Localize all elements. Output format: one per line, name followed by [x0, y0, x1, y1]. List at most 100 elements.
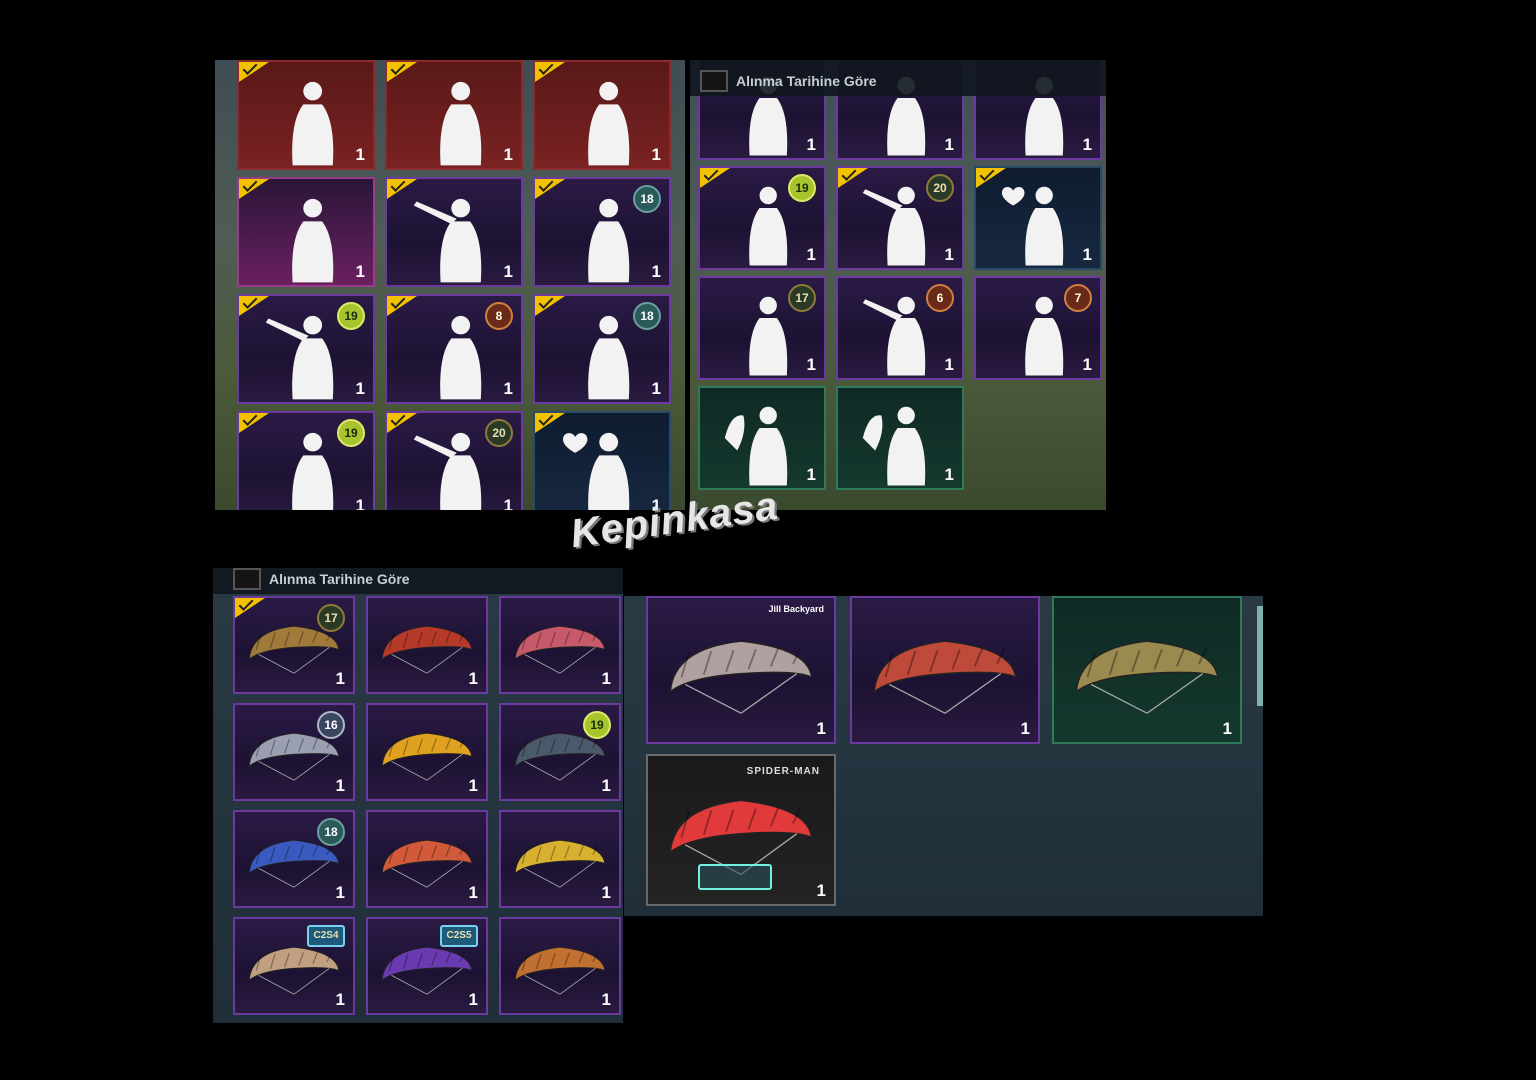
- level-badge: 18: [633, 185, 661, 213]
- parachute-item[interactable]: C2S5 1: [366, 917, 488, 1015]
- item-count: 1: [944, 135, 954, 154]
- item-count: 1: [601, 776, 611, 795]
- emote-item[interactable]: 1: [974, 166, 1102, 270]
- item-count: 1: [1020, 719, 1030, 738]
- item-count: 1: [468, 669, 478, 688]
- owned-check-icon: [387, 296, 417, 316]
- level-badge: 8: [485, 302, 513, 330]
- owned-check-icon: [239, 413, 269, 433]
- level-badge: 18: [633, 302, 661, 330]
- sort-toggle[interactable]: Alınma Tarihine Göre: [700, 70, 877, 92]
- sort-label: Alınma Tarihine Göre: [736, 73, 877, 89]
- item-count: 1: [601, 669, 611, 688]
- item-count: 1: [651, 145, 661, 164]
- parachute-icon: [873, 640, 1017, 714]
- clap-emote-icon: [862, 406, 926, 486]
- parachute-item[interactable]: 19 1: [499, 703, 621, 801]
- emote-item[interactable]: 19 1: [237, 411, 375, 510]
- emote-item[interactable]: 1: [533, 60, 671, 170]
- parachute-item[interactable]: 17 1: [233, 596, 355, 694]
- emote-item[interactable]: 1: [237, 177, 375, 287]
- hello-emote-icon: [724, 406, 788, 486]
- emote-item[interactable]: 19 1: [698, 166, 826, 270]
- parachute-item[interactable]: 16 1: [233, 703, 355, 801]
- ticket-icon: [698, 864, 772, 890]
- owned-check-icon: [535, 413, 565, 433]
- item-count: 1: [1082, 135, 1092, 154]
- owned-check-icon: [239, 179, 269, 199]
- parachute-item[interactable]: 18 1: [233, 810, 355, 908]
- parachute-panel-right: 1 Jill Backyard 1 1 1 SPIDER-MAN: [624, 596, 1263, 916]
- item-count: 1: [1082, 245, 1092, 264]
- item-count: 1: [503, 262, 513, 281]
- emote-item[interactable]: 17 1: [698, 276, 826, 380]
- parachute-item[interactable]: 1: [366, 596, 488, 694]
- level-badge: 6: [926, 284, 954, 312]
- item-count: 1: [944, 245, 954, 264]
- parachute-item[interactable]: 1: [366, 810, 488, 908]
- sort-toggle-2[interactable]: Alınma Tarihine Göre: [233, 568, 410, 590]
- emote-item[interactable]: 1: [385, 60, 523, 170]
- owned-check-icon: [239, 296, 269, 316]
- scrollbar[interactable]: [1257, 606, 1263, 706]
- item-count: 1: [944, 465, 954, 484]
- level-badge: 17: [788, 284, 816, 312]
- level-badge: 7: [1064, 284, 1092, 312]
- owned-check-icon: [239, 62, 269, 82]
- parachute-item[interactable]: 1 SPIDER-MAN: [646, 754, 836, 906]
- item-count: 1: [651, 379, 661, 398]
- parachute-item[interactable]: 1 Jill Backyard: [646, 596, 836, 744]
- item-count: 1: [503, 145, 513, 164]
- emote-item[interactable]: 19 1: [237, 294, 375, 404]
- item-count: 1: [355, 145, 365, 164]
- spiderman-logo: SPIDER-MAN: [746, 766, 820, 777]
- item-count: 1: [335, 883, 345, 902]
- emote-item[interactable]: 1: [385, 177, 523, 287]
- level-badge: 19: [337, 419, 365, 447]
- emote-panel-right: 1 1 1 19 1 20 1 1 17 1 6 1 7 1 1 1 Alınma Tarihine Göre: [690, 60, 1106, 510]
- emote-item[interactable]: 1: [698, 386, 826, 490]
- item-count: 1: [601, 990, 611, 1009]
- item-count: 1: [806, 465, 816, 484]
- level-badge: 20: [485, 419, 513, 447]
- parachute-item[interactable]: 1: [366, 703, 488, 801]
- item-count: 1: [468, 990, 478, 1009]
- owned-check-icon: [387, 179, 417, 199]
- item-count: 1: [355, 496, 365, 510]
- level-badge: 19: [583, 711, 611, 739]
- parachute-item[interactable]: C2S4 1: [233, 917, 355, 1015]
- parachute-item[interactable]: 1: [850, 596, 1040, 744]
- level-badge: 20: [926, 174, 954, 202]
- level-badge: 19: [788, 174, 816, 202]
- owned-check-icon: [700, 168, 730, 188]
- emote-item[interactable]: 61: [836, 276, 964, 380]
- parachute-item[interactable]: 1: [1052, 596, 1242, 744]
- owned-check-icon: [838, 168, 868, 188]
- item-count: 1: [601, 883, 611, 902]
- owned-check-icon: [387, 62, 417, 82]
- item-count: 1: [1222, 719, 1232, 738]
- emote-item[interactable]: 81: [385, 294, 523, 404]
- item-count: 1: [816, 881, 826, 900]
- emote-item[interactable]: 1: [237, 60, 375, 170]
- item-count: 1: [355, 262, 365, 281]
- emote-panel-left: 1 1 1 1 1 18 1 19 1 8 1 18 1 19 1 20 1 1: [215, 60, 685, 510]
- sort-checkbox[interactable]: [700, 70, 728, 92]
- parachute-item[interactable]: 1: [499, 917, 621, 1015]
- emote-item[interactable]: 71: [974, 276, 1102, 380]
- emote-item[interactable]: 20 1: [385, 411, 523, 510]
- item-count: 1: [335, 776, 345, 795]
- emote-item[interactable]: 18 1: [533, 294, 671, 404]
- emote-item[interactable]: 1: [533, 411, 671, 510]
- parachute-item[interactable]: 1: [499, 596, 621, 694]
- emote-item[interactable]: 18 1: [533, 177, 671, 287]
- item-count: 1: [468, 776, 478, 795]
- emote-item[interactable]: 1: [836, 386, 964, 490]
- item-count: 1: [503, 379, 513, 398]
- emote-item[interactable]: 20 1: [836, 166, 964, 270]
- sort-label-2: Alınma Tarihine Göre: [269, 571, 410, 587]
- level-badge: 16: [317, 711, 345, 739]
- parachute-item[interactable]: 1: [499, 810, 621, 908]
- sort-checkbox-2[interactable]: [233, 568, 261, 590]
- level-badge: 19: [337, 302, 365, 330]
